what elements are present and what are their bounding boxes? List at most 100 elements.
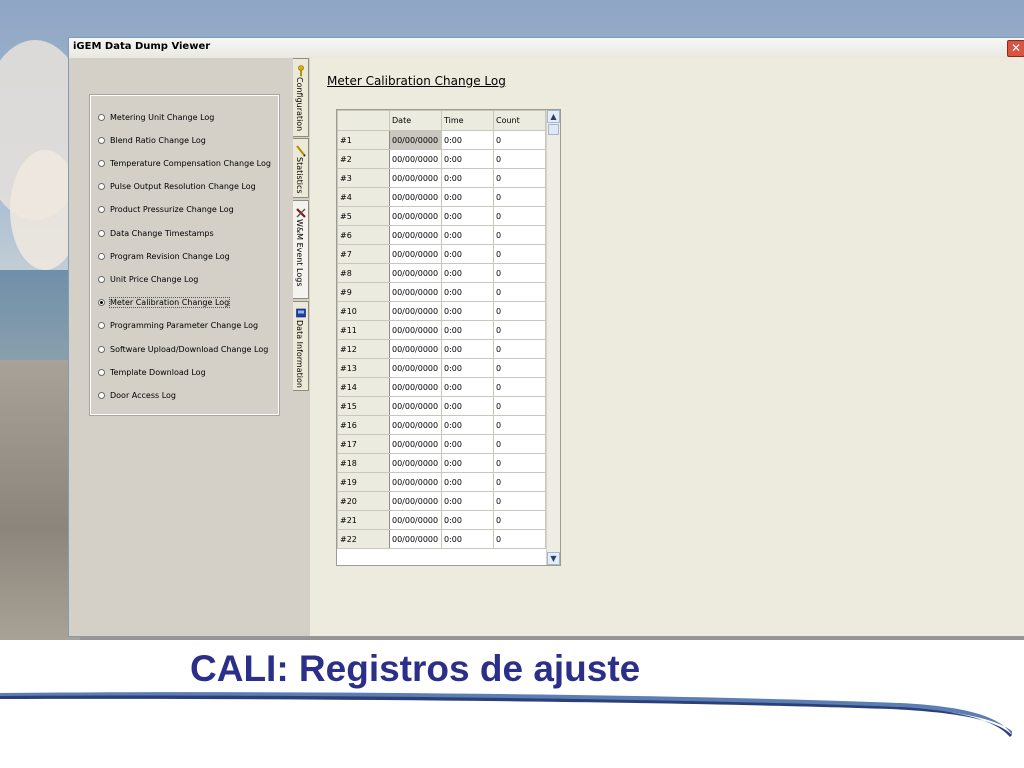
table-row[interactable]: #21 00/00/0000 0:00 0 (337, 510, 546, 530)
table-cell[interactable]: 0:00 (441, 434, 494, 454)
table-cell[interactable]: 0:00 (441, 301, 494, 321)
table-row[interactable]: #11 00/00/0000 0:00 0 (337, 320, 546, 340)
row-header-cell[interactable]: #21 (337, 510, 390, 530)
column-header[interactable]: Date (389, 110, 442, 131)
row-header-cell[interactable]: #2 (337, 149, 390, 169)
table-cell[interactable]: 0 (493, 510, 546, 530)
table-cell[interactable]: 00/00/0000 (389, 358, 442, 378)
log-option[interactable]: Pulse Output Resolution Change Log (98, 180, 256, 194)
table-cell[interactable]: 00/00/0000 (389, 415, 442, 435)
table-cell[interactable]: 0:00 (441, 130, 494, 150)
table-cell[interactable]: 00/00/0000 (389, 168, 442, 188)
table-cell[interactable]: 00/00/0000 (389, 282, 442, 302)
log-option[interactable]: Programming Parameter Change Log (98, 319, 258, 333)
row-header-cell[interactable]: #16 (337, 415, 390, 435)
radio-button[interactable] (98, 252, 105, 260)
table-cell[interactable]: 0 (493, 206, 546, 226)
table-cell[interactable]: 0:00 (441, 225, 494, 245)
table-cell[interactable]: 0:00 (441, 339, 494, 359)
table-row[interactable]: #1 00/00/0000 0:00 0 (337, 130, 546, 150)
table-cell[interactable]: 0:00 (441, 187, 494, 207)
table-row[interactable]: #8 00/00/0000 0:00 0 (337, 263, 546, 283)
table-cell[interactable]: 0 (493, 282, 546, 302)
table-cell[interactable]: 0 (493, 339, 546, 359)
table-cell[interactable]: 0 (493, 130, 546, 150)
log-option[interactable]: Temperature Compensation Change Log (98, 156, 271, 170)
radio-button[interactable] (98, 206, 105, 214)
table-cell[interactable]: 0 (493, 472, 546, 492)
scroll-thumb[interactable] (548, 124, 559, 135)
row-header-cell[interactable]: #4 (337, 187, 390, 207)
table-cell[interactable]: 0:00 (441, 168, 494, 188)
table-cell[interactable]: 0 (493, 434, 546, 454)
table-cell[interactable]: 00/00/0000 (389, 225, 442, 245)
scroll-up-button[interactable]: ▲ (547, 110, 560, 123)
table-cell[interactable]: 0:00 (441, 263, 494, 283)
log-option[interactable]: Blend Ratio Change Log (98, 133, 206, 147)
table-row[interactable]: #6 00/00/0000 0:00 0 (337, 225, 546, 245)
table-cell[interactable]: 00/00/0000 (389, 434, 442, 454)
row-header-cell[interactable]: #22 (337, 529, 390, 549)
table-row[interactable]: #14 00/00/0000 0:00 0 (337, 377, 546, 397)
table-cell[interactable]: 0:00 (441, 396, 494, 416)
tab-statistics[interactable]: Statistics (293, 138, 309, 198)
table-row[interactable]: #4 00/00/0000 0:00 0 (337, 187, 546, 207)
table-row[interactable]: #20 00/00/0000 0:00 0 (337, 491, 546, 511)
column-header[interactable]: Count (493, 110, 546, 131)
radio-button[interactable] (98, 159, 105, 167)
radio-button[interactable] (98, 322, 105, 330)
table-cell[interactable]: 00/00/0000 (389, 339, 442, 359)
table-cell[interactable]: 0:00 (441, 320, 494, 340)
log-option[interactable]: Data Change Timestamps (98, 226, 214, 240)
table-row[interactable]: #19 00/00/0000 0:00 0 (337, 472, 546, 492)
table-cell[interactable]: 0:00 (441, 415, 494, 435)
table-cell[interactable]: 0 (493, 244, 546, 264)
row-header-cell[interactable]: #7 (337, 244, 390, 264)
table-row[interactable]: #17 00/00/0000 0:00 0 (337, 434, 546, 454)
table-cell[interactable]: 0 (493, 320, 546, 340)
radio-button[interactable] (98, 368, 105, 376)
table-cell[interactable]: 0 (493, 377, 546, 397)
table-cell[interactable]: 0:00 (441, 491, 494, 511)
table-cell[interactable]: 00/00/0000 (389, 529, 442, 549)
tab-configuration[interactable]: Configuration (293, 58, 309, 137)
table-cell[interactable]: 00/00/0000 (389, 491, 442, 511)
log-option[interactable]: Door Access Log (98, 388, 176, 402)
window-titlebar[interactable]: iGEM Data Dump Viewer ✕ (69, 38, 1024, 59)
table-cell[interactable]: 0:00 (441, 149, 494, 169)
table-cell[interactable]: 0 (493, 396, 546, 416)
table-cell[interactable]: 00/00/0000 (389, 206, 442, 226)
row-header-cell[interactable]: #10 (337, 301, 390, 321)
table-cell[interactable]: 00/00/0000 (389, 301, 442, 321)
tab-w-m-event-logs[interactable]: W&M Event Logs (293, 200, 309, 299)
row-header-cell[interactable]: #12 (337, 339, 390, 359)
table-cell[interactable]: 00/00/0000 (389, 510, 442, 530)
log-option[interactable]: Metering Unit Change Log (98, 110, 214, 124)
row-header-cell[interactable]: #3 (337, 168, 390, 188)
table-cell[interactable]: 0:00 (441, 377, 494, 397)
table-row[interactable]: #16 00/00/0000 0:00 0 (337, 415, 546, 435)
table-cell[interactable]: 0 (493, 529, 546, 549)
table-row[interactable]: #5 00/00/0000 0:00 0 (337, 206, 546, 226)
table-cell[interactable]: 0:00 (441, 206, 494, 226)
table-cell[interactable]: 0:00 (441, 453, 494, 473)
table-cell[interactable]: 00/00/0000 (389, 130, 442, 150)
table-row[interactable]: #22 00/00/0000 0:00 0 (337, 529, 546, 549)
row-header-cell[interactable]: #8 (337, 263, 390, 283)
table-row[interactable]: #2 00/00/0000 0:00 0 (337, 149, 546, 169)
radio-button[interactable] (98, 183, 105, 191)
radio-button[interactable] (98, 391, 105, 399)
scroll-down-button[interactable]: ▼ (547, 552, 560, 565)
radio-button[interactable] (98, 299, 105, 307)
radio-button[interactable] (98, 113, 105, 121)
log-option[interactable]: Software Upload/Download Change Log (98, 342, 268, 356)
row-header-cell[interactable]: #17 (337, 434, 390, 454)
table-row[interactable]: #3 00/00/0000 0:00 0 (337, 168, 546, 188)
table-cell[interactable]: 0 (493, 263, 546, 283)
table-cell[interactable]: 00/00/0000 (389, 244, 442, 264)
table-cell[interactable]: 00/00/0000 (389, 187, 442, 207)
row-header-cell[interactable]: #19 (337, 472, 390, 492)
log-option[interactable]: Program Revision Change Log (98, 249, 230, 263)
radio-button[interactable] (98, 345, 105, 353)
radio-button[interactable] (98, 136, 105, 144)
